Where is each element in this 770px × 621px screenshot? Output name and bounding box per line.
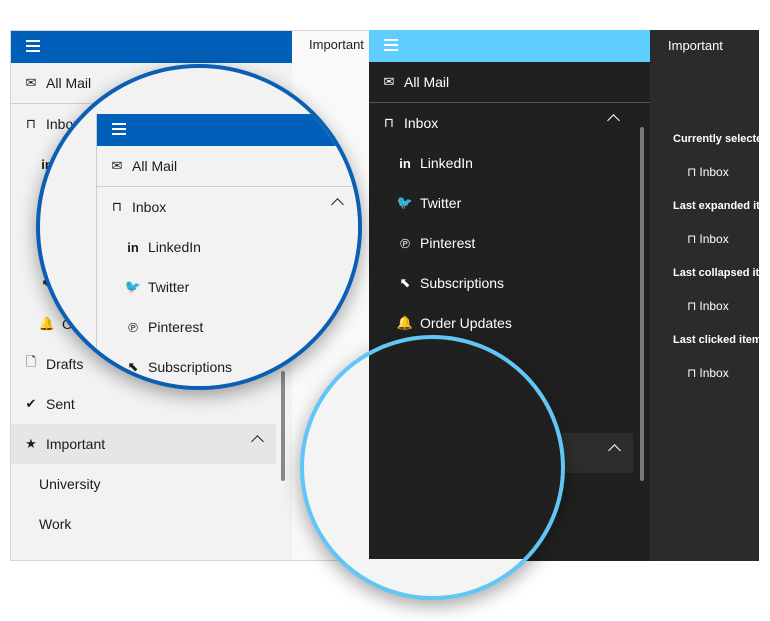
nav-item-all-mail[interactable]: ✉ All Mail xyxy=(97,146,358,186)
nav-item-inbox[interactable]: ⊓ Inbox xyxy=(369,103,650,143)
nav-label: All Mail xyxy=(46,75,92,91)
nav-label: Subscriptions xyxy=(420,275,505,291)
inbox-icon: ⊓ xyxy=(687,165,697,179)
pinterest-icon: ℗ xyxy=(128,319,138,335)
bell-icon: 🔔 xyxy=(38,316,56,331)
nav-label: LinkedIn xyxy=(148,239,201,255)
inbox-icon: ⊓ xyxy=(687,232,697,246)
info-value-text: Inbox xyxy=(699,366,729,380)
magnifier-circle xyxy=(300,335,565,600)
nav-item-twitter[interactable]: 🐦 Twitter xyxy=(369,183,650,223)
sent-icon: ✔ xyxy=(25,396,37,411)
nav-item-pinterest[interactable]: ℗ Pinterest xyxy=(369,223,650,263)
info-label: Last clicked item: xyxy=(673,334,759,346)
nav-label: Twitter xyxy=(148,279,190,295)
chevron-up-icon[interactable] xyxy=(331,198,344,211)
content-title: Important xyxy=(309,37,364,52)
nav-item-linkedin[interactable]: in LinkedIn xyxy=(369,143,650,183)
nav-label: All Mail xyxy=(132,158,178,174)
nav-label: Sent xyxy=(46,396,75,412)
nav-label: LinkedIn xyxy=(420,155,473,171)
nav-item-pinterest[interactable]: ℗ Pinterest xyxy=(97,307,358,347)
nav-label: Order Updates xyxy=(420,315,512,331)
pane-header xyxy=(369,30,650,62)
scrollbar[interactable] xyxy=(281,371,285,481)
hamburger-menu-icon[interactable] xyxy=(112,123,126,135)
info-value-text: Inbox xyxy=(699,299,729,313)
nav-label: University xyxy=(39,476,101,492)
mail-icon: ✉ xyxy=(383,74,395,89)
inbox-icon: ⊓ xyxy=(25,116,37,131)
draft-icon: 🗋 xyxy=(25,354,37,369)
linkedin-icon: in xyxy=(127,239,139,255)
nav-label: Drafts xyxy=(46,356,84,372)
hamburger-menu-icon[interactable] xyxy=(384,39,398,51)
bell-icon: 🔔 xyxy=(396,315,414,330)
star-icon: ★ xyxy=(25,436,37,451)
nav-item-inbox[interactable]: ⊓ Inbox xyxy=(97,187,358,227)
info-value-text: Inbox xyxy=(699,232,729,246)
chevron-up-icon[interactable] xyxy=(607,114,620,127)
nav-item-subscriptions[interactable]: ⬉ Subscriptions xyxy=(97,347,358,386)
mail-icon: ✉ xyxy=(111,158,123,173)
nav-item-subscriptions[interactable]: ⬉ Subscriptions xyxy=(369,263,650,303)
inbox-icon: ⊓ xyxy=(383,115,395,130)
inbox-icon: ⊓ xyxy=(687,366,697,380)
content-title: Important xyxy=(668,38,723,53)
nav-label: Twitter xyxy=(420,195,462,211)
info-label: Currently selected item: xyxy=(673,133,759,145)
pinterest-icon: ℗ xyxy=(400,235,410,251)
nav-label: Subscriptions xyxy=(148,359,233,375)
info-value: ⊓ Inbox xyxy=(687,232,729,246)
twitter-icon: 🐦 xyxy=(396,195,414,210)
nav-label: All Mail xyxy=(404,74,450,90)
info-value: ⊓ Inbox xyxy=(687,165,729,179)
nav-label: Work xyxy=(39,516,72,532)
info-label: Last collapsed item: xyxy=(673,267,759,279)
linkedin-icon: in xyxy=(399,155,411,171)
nav-item-all-mail[interactable]: ✉ All Mail xyxy=(369,62,650,102)
chevron-up-icon[interactable] xyxy=(251,435,264,448)
scrollbar[interactable] xyxy=(640,127,644,481)
inbox-icon: ⊓ xyxy=(111,199,123,214)
subscriptions-icon: ⬉ xyxy=(399,275,411,290)
nav-label: Pinterest xyxy=(420,235,476,251)
inbox-icon: ⊓ xyxy=(687,299,697,313)
pane-header xyxy=(11,31,292,63)
info-value: ⊓ Inbox xyxy=(687,366,729,380)
info-value: ⊓ Inbox xyxy=(687,299,729,313)
nav-item-sent[interactable]: ✔ Sent xyxy=(11,384,292,424)
twitter-icon: 🐦 xyxy=(124,279,142,294)
nav-item-work[interactable]: Work xyxy=(11,504,292,544)
magnifier-circle: ✉ All Mail ⊓ Inbox in LinkedIn 🐦 Twitter… xyxy=(36,64,362,390)
chevron-up-icon[interactable] xyxy=(608,444,621,457)
nav-item-twitter[interactable]: 🐦 Twitter xyxy=(97,267,358,307)
nav-item-university[interactable]: University xyxy=(11,464,292,504)
nav-item-linkedin[interactable]: in LinkedIn xyxy=(97,227,358,267)
nav-label: Inbox xyxy=(404,115,439,131)
hamburger-menu-icon[interactable] xyxy=(26,40,40,52)
pane-header xyxy=(97,114,358,146)
nav-label: Inbox xyxy=(132,199,167,215)
nav-label: Important xyxy=(46,436,106,452)
nav-item-important[interactable]: ★ Important xyxy=(11,424,276,464)
info-label: Last expanded item: xyxy=(673,200,759,212)
nav-label: Pinterest xyxy=(148,319,204,335)
mail-icon: ✉ xyxy=(25,75,37,90)
info-value-text: Inbox xyxy=(699,165,729,179)
subscriptions-icon: ⬉ xyxy=(127,359,139,374)
